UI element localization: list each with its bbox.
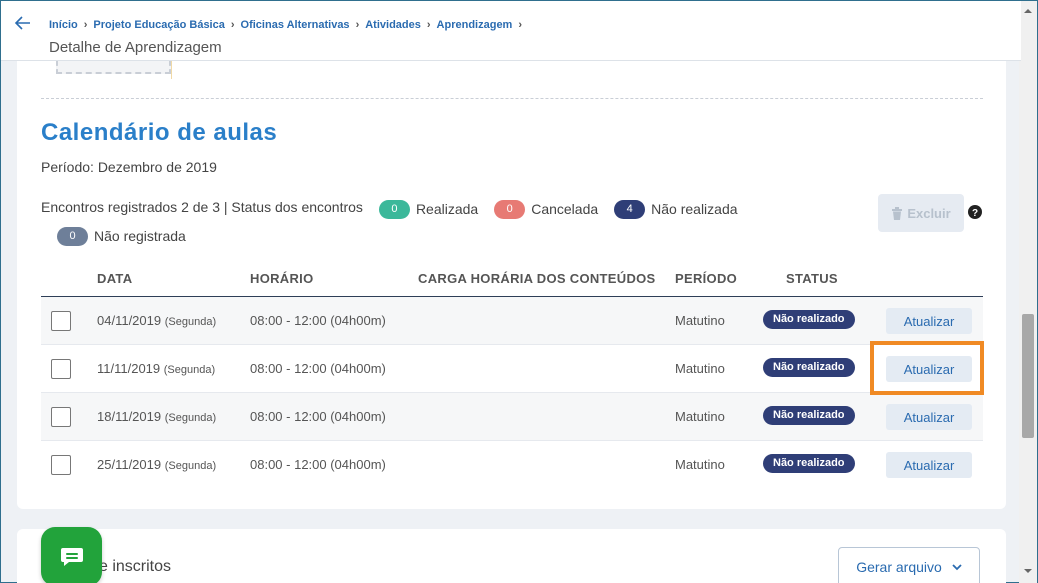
table-row: 25/11/2019 (Segunda) 08:00 - 12:00 (04h0… <box>41 441 983 489</box>
chevron-down-icon <box>952 563 962 570</box>
back-arrow-icon[interactable] <box>13 13 33 33</box>
atualizar-button[interactable]: Atualizar <box>886 452 972 478</box>
table-row: 18/11/2019 (Segunda) 08:00 - 12:00 (04h0… <box>41 393 983 441</box>
excluir-label: Excluir <box>907 205 951 221</box>
gerar-arquivo-label: Gerar arquivo <box>856 559 942 575</box>
date-value: 11/11/2019 <box>97 361 161 376</box>
encontros-text: Encontros registrados 2 de 3 | Status do… <box>41 199 363 215</box>
date-value: 04/11/2019 <box>97 313 162 328</box>
count-badge: 0 <box>494 200 526 219</box>
chevron-right-icon: › <box>83 19 88 31</box>
scroll-down-icon[interactable] <box>1024 567 1032 575</box>
row-checkbox[interactable] <box>51 455 71 475</box>
status-label: Não registrada <box>94 228 186 244</box>
time-cell: 08:00 - 12:00 (04h00m) <box>250 409 386 424</box>
date-value: 18/11/2019 <box>97 409 162 424</box>
atualizar-button[interactable]: Atualizar <box>886 404 972 430</box>
weekday-value: (Segunda) <box>164 412 217 424</box>
top-header: Início › Projeto Educação Básica › Ofici… <box>1 1 1021 61</box>
chat-button[interactable] <box>41 527 102 583</box>
breadcrumb-item-inicio[interactable]: Início <box>49 19 78 31</box>
trash-icon <box>892 206 903 220</box>
atualizar-button[interactable]: Atualizar <box>886 308 972 334</box>
breadcrumb-item-aprendizagem[interactable]: Aprendizagem <box>437 19 513 31</box>
count-badge: 0 <box>57 227 88 246</box>
periodo-cell: Matutino <box>675 457 725 472</box>
status-summary: Encontros registrados 2 de 3 | Status do… <box>41 195 841 249</box>
divider <box>41 98 983 99</box>
excluir-button[interactable]: Excluir <box>878 194 964 232</box>
scroll-up-icon[interactable] <box>1024 7 1032 15</box>
status-nao-realizada: 4 Não realizada <box>614 197 738 222</box>
inscritos-title: e inscritos <box>99 558 172 575</box>
status-cancelada: 0 Cancelada <box>494 197 598 222</box>
periodo-cell: Matutino <box>675 361 725 376</box>
column-header-horario: HORÁRIO <box>250 271 314 286</box>
time-cell: 08:00 - 12:00 (04h00m) <box>250 457 386 472</box>
date-cell: 25/11/2019 (Segunda) <box>97 457 216 472</box>
inscritos-card: e inscritos Gerar arquivo <box>17 529 1006 583</box>
count-badge: 0 <box>378 200 410 219</box>
date-cell: 18/11/2019 (Segunda) <box>97 409 216 424</box>
breadcrumb-item-atividades[interactable]: Atividades <box>365 19 421 31</box>
breadcrumb-item-projeto[interactable]: Projeto Educação Básica <box>93 19 224 31</box>
table-row: 04/11/2019 (Segunda) 08:00 - 12:00 (04h0… <box>41 297 983 345</box>
status-realizada: 0 Realizada <box>378 197 479 222</box>
table-row: 11/11/2019 (Segunda) 08:00 - 12:00 (04h0… <box>41 345 983 393</box>
status-label: Realizada <box>415 201 479 217</box>
weekday-value: (Segunda) <box>164 316 217 328</box>
chevron-right-icon: › <box>518 19 523 31</box>
scroll-thumb[interactable] <box>1022 314 1034 438</box>
breadcrumb: Início › Projeto Educação Básica › Ofici… <box>49 19 528 31</box>
date-cell: 11/11/2019 (Segunda) <box>97 361 215 376</box>
image-placeholder <box>56 61 171 74</box>
status-nao-registrada: 0 Não registrada <box>57 224 186 249</box>
date-cell: 04/11/2019 (Segunda) <box>97 313 216 328</box>
chevron-right-icon: › <box>230 19 235 31</box>
count-badge: 4 <box>614 200 646 219</box>
breadcrumb-item-oficinas[interactable]: Oficinas Alternativas <box>241 19 350 31</box>
calendar-card: Calendário de aulas Período: Dezembro de… <box>17 61 1006 509</box>
status-label: Cancelada <box>531 201 599 217</box>
section-title: Calendário de aulas <box>41 119 278 146</box>
chevron-right-icon: › <box>426 19 431 31</box>
period-text: Período: Dezembro de 2019 <box>41 159 217 175</box>
row-checkbox[interactable] <box>51 359 71 379</box>
status-label: Não realizada <box>651 201 738 217</box>
chat-icon <box>60 547 83 566</box>
table-header: DATA HORÁRIO CARGA HORÁRIA DOS CONTEÚDOS… <box>41 267 983 297</box>
weekday-value: (Segunda) <box>164 460 217 472</box>
column-header-carga: CARGA HORÁRIA DOS CONTEÚDOS <box>418 271 656 286</box>
status-badge: Não realizado <box>763 310 855 329</box>
scrollbar[interactable] <box>1019 1 1037 583</box>
column-header-status: STATUS <box>786 271 838 286</box>
time-cell: 08:00 - 12:00 (04h00m) <box>250 313 386 328</box>
svg-text:?: ? <box>972 208 978 219</box>
column-header-data: DATA <box>97 271 133 286</box>
time-cell: 08:00 - 12:00 (04h00m) <box>250 361 386 376</box>
divider <box>171 61 172 79</box>
weekday-value: (Segunda) <box>163 364 216 376</box>
status-badge: Não realizado <box>763 358 855 377</box>
help-icon[interactable]: ? <box>968 205 982 219</box>
status-badge: Não realizado <box>763 454 855 473</box>
periodo-cell: Matutino <box>675 409 725 424</box>
gerar-arquivo-button[interactable]: Gerar arquivo <box>838 547 980 583</box>
chevron-right-icon: › <box>355 19 360 31</box>
periodo-cell: Matutino <box>675 313 725 328</box>
row-checkbox[interactable] <box>51 407 71 427</box>
column-header-periodo: PERÍODO <box>675 271 738 286</box>
highlight-box <box>870 341 984 395</box>
date-value: 25/11/2019 <box>97 457 162 472</box>
row-checkbox[interactable] <box>51 311 71 331</box>
page-title: Detalhe de Aprendizagem <box>49 39 222 56</box>
status-badge: Não realizado <box>763 406 855 425</box>
